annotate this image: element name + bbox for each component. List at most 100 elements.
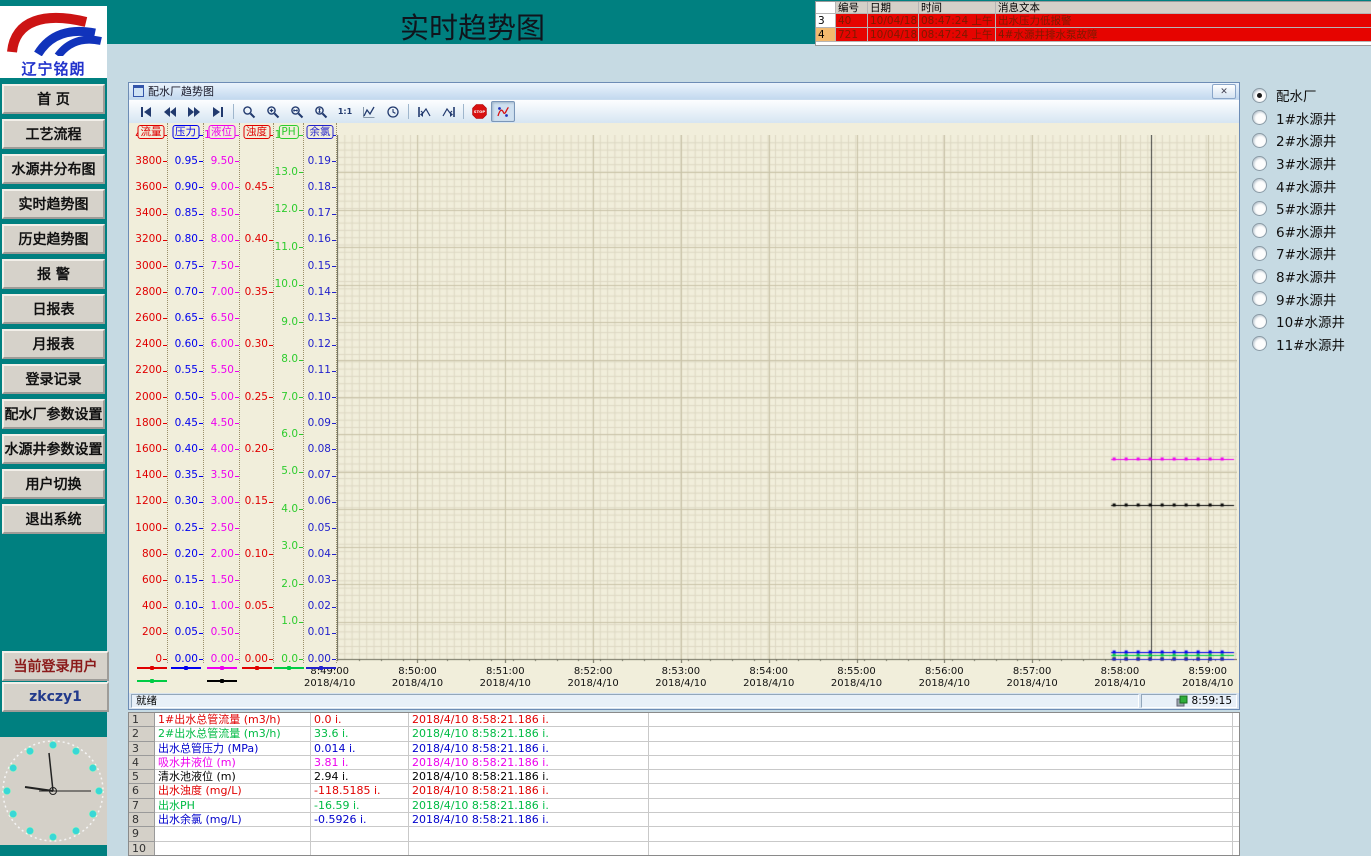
y-axis-5: 余氯0.200.190.180.170.160.150.140.130.120.… (304, 123, 337, 663)
station-option-3[interactable]: 3#水源井 (1252, 152, 1371, 175)
chart-area: 流量40003800360034003200300028002600240022… (129, 123, 1239, 663)
table-row[interactable]: 5清水池液位 (m)2.94 i.2018/4/10 8:58:21.186 i… (129, 770, 1239, 784)
sidebar-item-9[interactable]: 配水厂参数设置 (2, 399, 105, 429)
axis-tick-label: 0.03 (308, 575, 331, 586)
zoom-horizontal-button[interactable] (285, 101, 309, 122)
station-option-10[interactable]: 10#水源井 (1252, 310, 1371, 333)
toolbar-separator (408, 104, 409, 119)
axis-tick-label: 0.00 (245, 654, 268, 664)
tag-name: 出水余氯 (mg/L) (155, 813, 311, 827)
empty-cell (649, 770, 1233, 784)
station-option-0[interactable]: 配水厂 (1252, 84, 1371, 107)
zoom-vertical-button[interactable] (309, 101, 333, 122)
station-option-1[interactable]: 1#水源井 (1252, 107, 1371, 130)
axis-tick-label: 7.50 (211, 261, 234, 272)
tag-name: 清水池液位 (m) (155, 770, 311, 784)
chart-right-icon (441, 105, 456, 119)
axis-tick-label: 0.90 (175, 182, 198, 193)
table-row[interactable]: 9 (129, 827, 1239, 841)
tag-value: -16.59 i. (311, 799, 409, 813)
last-button[interactable] (206, 101, 230, 122)
station-option-9[interactable]: 9#水源井 (1252, 287, 1371, 310)
sidebar-item-0[interactable]: 首 页 (2, 84, 105, 114)
fast-backward-button[interactable] (158, 101, 182, 122)
axis-tick-label: 0.15 (245, 496, 268, 507)
first-button[interactable] (134, 101, 158, 122)
empty-cell (1233, 756, 1239, 770)
radio-button[interactable] (1252, 133, 1267, 148)
axis-tick-mark (163, 502, 167, 503)
table-row[interactable]: 11#出水总管流量 (m3/h)0.0 i.2018/4/10 8:58:21.… (129, 713, 1239, 727)
sidebar-item-8[interactable]: 登录记录 (2, 364, 105, 394)
x-tick-label: 8:55:002018/4/10 (826, 666, 888, 690)
sidebar-item-1[interactable]: 工艺流程 (2, 119, 105, 149)
station-option-4[interactable]: 4#水源井 (1252, 174, 1371, 197)
radio-button[interactable] (1252, 314, 1267, 329)
empty-cell (649, 784, 1233, 798)
window-titlebar[interactable]: 配水厂趋势图 ✕ (129, 83, 1239, 99)
zoom-in-button[interactable] (261, 101, 285, 122)
station-option-11[interactable]: 11#水源井 (1252, 333, 1371, 356)
fast-forward-button[interactable] (182, 101, 206, 122)
x-tick-time: 8:52:00 (562, 666, 624, 678)
actual-size-label: 1:1 (338, 107, 352, 116)
value-toggle-button[interactable] (491, 101, 515, 122)
station-option-5[interactable]: 5#水源井 (1252, 197, 1371, 220)
radio-button[interactable] (1252, 110, 1267, 125)
radio-button[interactable] (1252, 156, 1267, 171)
axis-tick-mark (163, 633, 167, 634)
radio-button[interactable] (1252, 88, 1267, 103)
table-row[interactable]: 6出水浊度 (mg/L)-118.5185 i.2018/4/10 8:58:2… (129, 784, 1239, 798)
station-option-7[interactable]: 7#水源井 (1252, 242, 1371, 265)
table-row[interactable]: 8出水余氯 (mg/L)-0.5926 i.2018/4/10 8:58:21.… (129, 813, 1239, 827)
table-row[interactable]: 10 (129, 842, 1239, 856)
radio-button[interactable] (1252, 223, 1267, 238)
sidebar-item-7[interactable]: 月报表 (2, 329, 105, 359)
axis-name-box-0: 流量 (138, 125, 165, 139)
radio-button[interactable] (1252, 201, 1267, 216)
table-row[interactable]: 3出水总管压力 (MPa)0.014 i.2018/4/10 8:58:21.1… (129, 742, 1239, 756)
legend-dot (255, 666, 259, 670)
sidebar-item-4[interactable]: 历史趋势图 (2, 224, 105, 254)
trend-plot-canvas[interactable] (337, 135, 1237, 663)
sidebar-item-12[interactable]: 退出系统 (2, 504, 105, 534)
x-tick-time: 8:50:00 (386, 666, 448, 678)
radio-button[interactable] (1252, 269, 1267, 284)
stop-sign-icon: STOP (472, 104, 487, 119)
trend-curve-button[interactable] (357, 101, 381, 122)
radio-button[interactable] (1252, 246, 1267, 261)
stop-button[interactable]: STOP (467, 101, 491, 122)
station-option-2[interactable]: 2#水源井 (1252, 129, 1371, 152)
time-range-button[interactable] (381, 101, 405, 122)
alarm-row[interactable]: 472110/04/1808:47:24 上午4#水源井排水泵故障 (816, 28, 1371, 42)
radio-button[interactable] (1252, 291, 1267, 306)
x-tick-date: 2018/4/10 (386, 678, 448, 690)
sidebar-item-11[interactable]: 用户切换 (2, 469, 105, 499)
sidebar-item-2[interactable]: 水源井分布图 (2, 154, 105, 184)
row-number: 3 (129, 742, 155, 756)
radio-button[interactable] (1252, 178, 1267, 193)
sidebar-item-3[interactable]: 实时趋势图 (2, 189, 105, 219)
table-row[interactable]: 7出水PH-16.59 i.2018/4/10 8:58:21.186 i. (129, 799, 1239, 813)
scroll-right-button[interactable] (436, 101, 460, 122)
sidebar-item-6[interactable]: 日报表 (2, 294, 105, 324)
zoom-button[interactable] (237, 101, 261, 122)
station-option-6[interactable]: 6#水源井 (1252, 220, 1371, 243)
y-axis-2: 液位10.009.509.008.508.007.507.006.506.005… (204, 123, 240, 663)
station-option-8[interactable]: 8#水源井 (1252, 265, 1371, 288)
scroll-left-button[interactable] (412, 101, 436, 122)
axis-tick-mark (199, 318, 203, 319)
alarm-row[interactable]: 34010/04/1808:47:24 上午出水压力低报警 (816, 14, 1371, 28)
actual-size-button[interactable]: 1:1 (333, 101, 357, 122)
table-row[interactable]: 4吸水井液位 (m)3.81 i.2018/4/10 8:58:21.186 i… (129, 756, 1239, 770)
sidebar-item-5[interactable]: 报 警 (2, 259, 105, 289)
sidebar-item-10[interactable]: 水源井参数设置 (2, 434, 105, 464)
axis-tick-label: 0.35 (245, 287, 268, 298)
empty-cell (1233, 799, 1239, 813)
axis-tick-mark (163, 187, 167, 188)
axis-tick-label: 0.00 (211, 654, 234, 664)
close-button[interactable]: ✕ (1212, 84, 1236, 99)
x-tick-label: 8:51:002018/4/10 (474, 666, 536, 690)
table-row[interactable]: 22#出水总管流量 (m3/h)33.6 i.2018/4/10 8:58:21… (129, 727, 1239, 741)
radio-button[interactable] (1252, 336, 1267, 351)
